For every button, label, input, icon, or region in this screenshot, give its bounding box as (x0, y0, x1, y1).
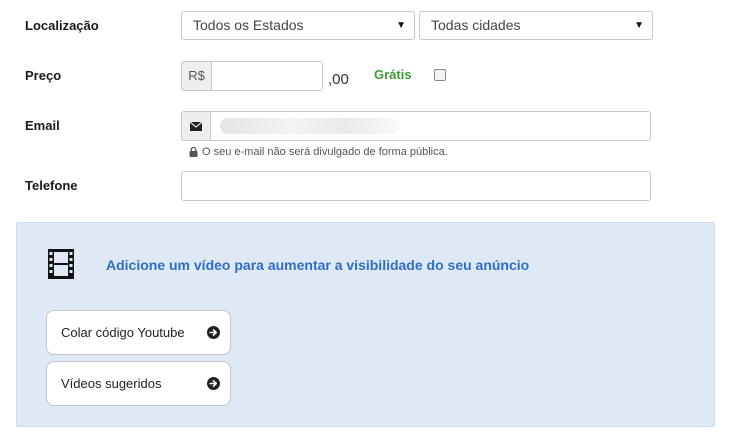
lock-icon (189, 147, 198, 157)
email-privacy-hint: O seu e-mail não será divulgado de forma… (189, 146, 448, 158)
email-field[interactable] (210, 111, 651, 141)
film-icon (48, 249, 74, 279)
video-headline: Adicione um vídeo para aumentar a visibi… (106, 257, 530, 273)
paste-youtube-button[interactable]: Colar código Youtube (46, 310, 231, 355)
phone-label: Telefone (25, 178, 78, 193)
paste-youtube-label: Colar código Youtube (61, 325, 185, 340)
city-select[interactable]: Todas cidades ▼ (419, 11, 653, 40)
email-privacy-text: O seu e-mail não será divulgado de forma… (202, 146, 448, 158)
arrow-right-circle-icon (207, 377, 220, 390)
state-select-value: Todos os Estados (193, 17, 304, 33)
suggested-videos-button[interactable]: Vídeos sugeridos (46, 361, 231, 406)
free-checkbox[interactable] (434, 69, 446, 81)
free-label: Grátis (374, 67, 412, 82)
email-addon (181, 111, 210, 141)
arrow-right-circle-icon (207, 326, 220, 339)
video-panel: Adicione um vídeo para aumentar a visibi… (16, 222, 715, 427)
city-select-value: Todas cidades (431, 17, 521, 33)
email-label: Email (25, 118, 60, 133)
envelope-icon (190, 122, 202, 131)
chevron-down-icon: ▼ (634, 20, 644, 31)
price-input[interactable] (211, 61, 323, 91)
location-label: Localização (25, 18, 99, 33)
currency-addon: R$ (181, 61, 211, 91)
phone-input[interactable] (181, 171, 651, 201)
chevron-down-icon: ▼ (396, 20, 406, 31)
state-select[interactable]: Todos os Estados ▼ (181, 11, 415, 40)
price-label: Preço (25, 68, 62, 83)
suggested-videos-label: Vídeos sugeridos (61, 376, 162, 391)
price-cents-suffix: ,00 (328, 71, 349, 88)
email-value-blurred (220, 118, 400, 134)
